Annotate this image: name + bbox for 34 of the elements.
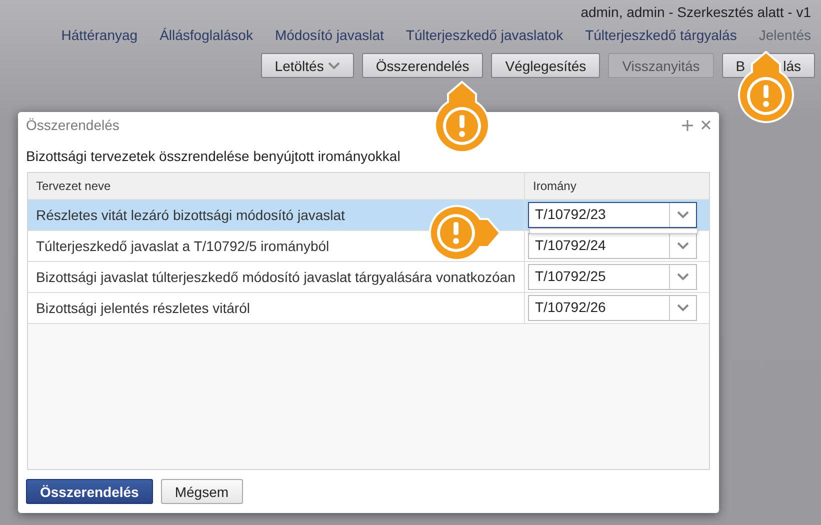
- chevron-down-icon: [677, 242, 689, 250]
- assign-button[interactable]: Összerendelés: [26, 479, 153, 504]
- nav-link[interactable]: Háttéranyag: [61, 27, 138, 43]
- chevron-down-icon: [328, 62, 340, 70]
- cancel-button[interactable]: Mégsem: [160, 479, 243, 504]
- table-row[interactable]: Túlterjeszkedő javaslat a T/10792/5 irományból T/10792/24: [28, 231, 709, 262]
- nav-link[interactable]: Módosító javaslat: [274, 27, 384, 43]
- draft-name: Részletes vitát lezáró bizottsági módosító javaslat: [36, 207, 345, 223]
- document-select[interactable]: T/10792/25: [528, 264, 697, 290]
- toolbar-button[interactable]: Véglegesítés: [491, 53, 600, 78]
- draft-name: Túlterjeszkedő javaslat a T/10792/5 irományból: [36, 238, 330, 254]
- chevron-down-icon: [677, 304, 689, 312]
- download-dropdown[interactable]: Letöltés: [260, 53, 354, 78]
- plus-icon[interactable]: [682, 120, 693, 130]
- chevron-down-icon: [677, 273, 689, 281]
- dialog-subtitle: Bizottsági tervezetek összrendelése benyújtott irományokkal: [26, 148, 402, 164]
- chevron-down-icon: [677, 211, 689, 219]
- document-select[interactable]: T/10792/24: [528, 233, 697, 259]
- toolbar-button[interactable]: Összerendelés: [362, 53, 484, 78]
- table-row[interactable]: Részletes vitát lezáró bizottsági módosító javaslat T/10792/23: [28, 200, 709, 231]
- document-select[interactable]: T/10792/26: [528, 295, 697, 321]
- warning-callout-icon: [428, 205, 500, 261]
- user-status: admin, admin - Szerkesztés alatt - v1: [580, 3, 811, 21]
- draft-name: Bizottsági jelentés részletes vitáról: [36, 300, 250, 316]
- table-row[interactable]: Bizottsági javaslat túlterjeszkedő módosító javaslat tárgyalására vonatkozóan T/10792/25: [28, 262, 709, 293]
- nav-link[interactable]: Állásfoglalások: [160, 27, 253, 43]
- draft-name: Bizottsági javaslat túlterjeszkedő módosító javaslat tárgyalására vonatkozóan: [36, 269, 516, 285]
- close-icon[interactable]: [701, 120, 711, 130]
- column-header: Iromány: [532, 178, 578, 195]
- table-row[interactable]: Bizottsági jelentés részletes vitáról T/10792/26: [28, 293, 709, 324]
- nav-link[interactable]: Túlterjeszkedő tárgyalás: [585, 27, 737, 43]
- column-header: Tervezet neve: [28, 173, 525, 199]
- nav-link[interactable]: Túlterjeszkedő javaslatok: [406, 27, 564, 43]
- dialog-title: Összerendelés: [26, 117, 120, 133]
